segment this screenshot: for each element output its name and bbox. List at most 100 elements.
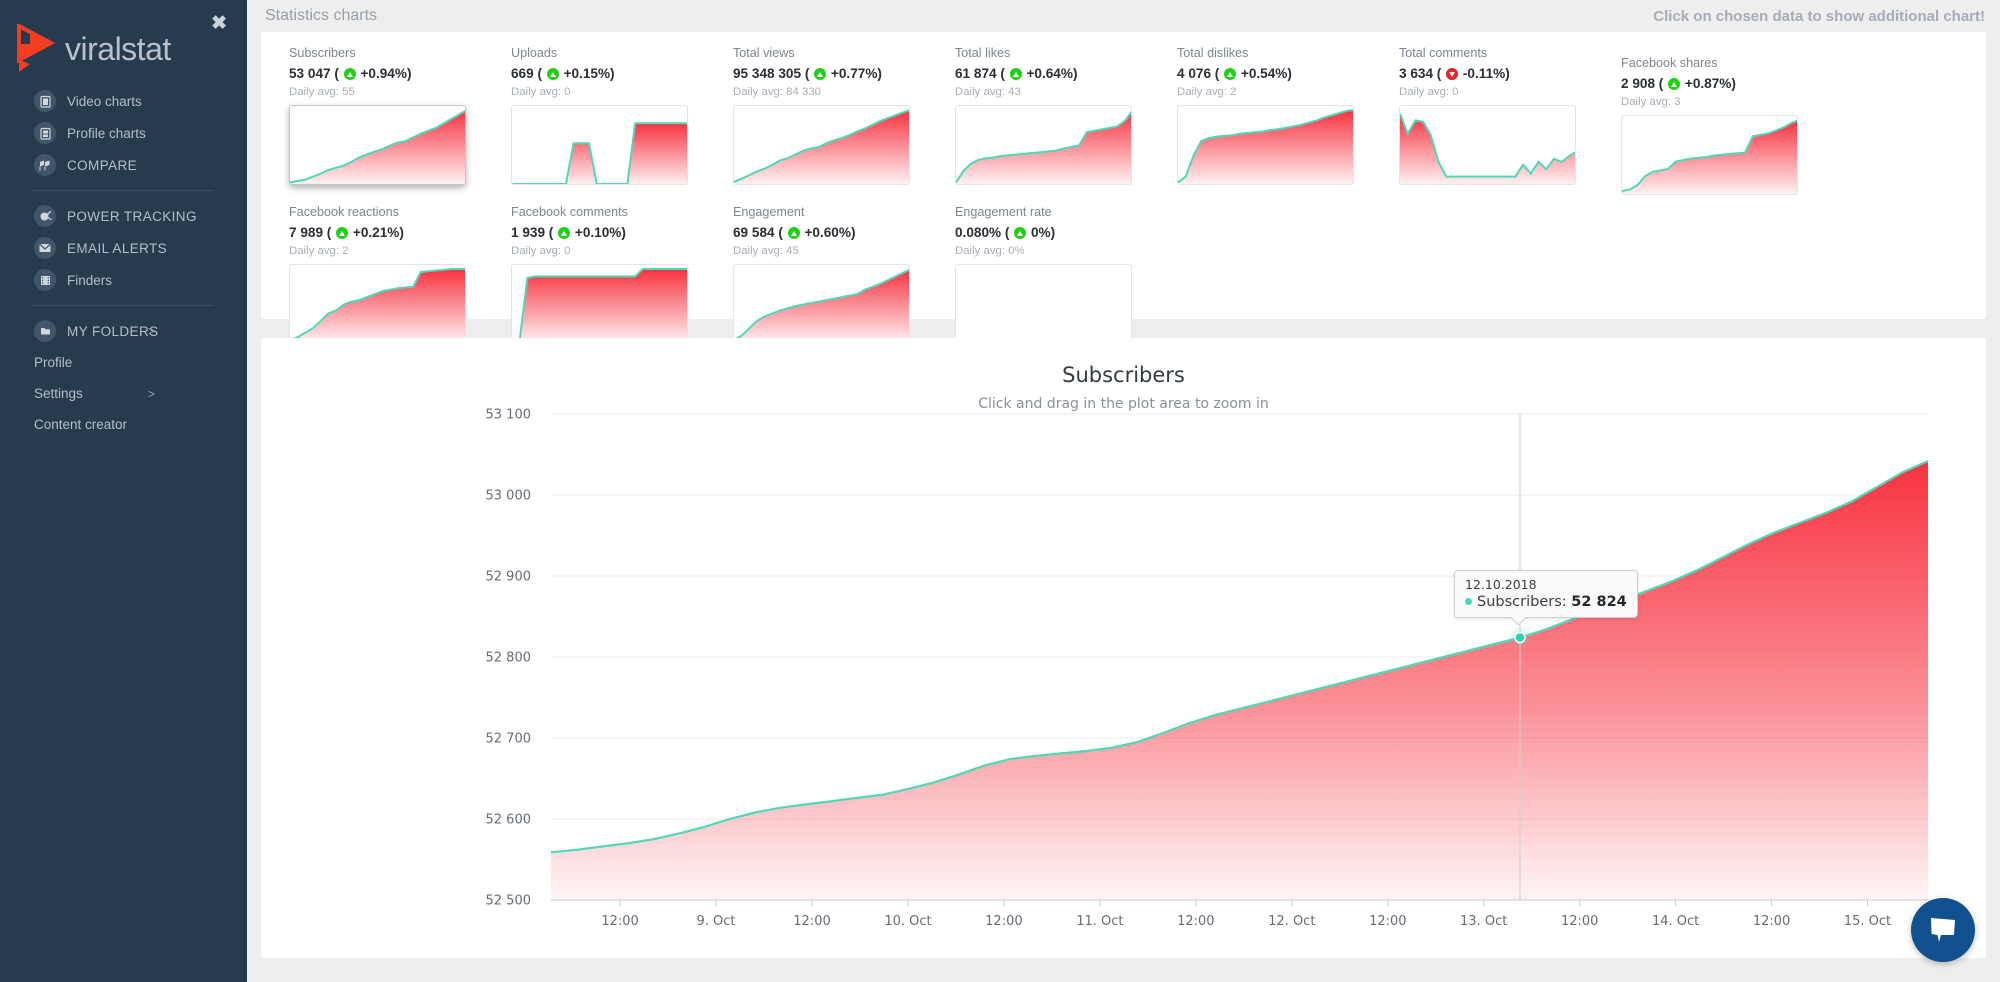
svg-text:12:00: 12:00	[1561, 914, 1598, 929]
stat-card[interactable]: Total comments 3 634 ( -0.11%) Daily avg: …	[1391, 46, 1613, 195]
stat-change: +0.60%	[804, 225, 851, 240]
stat-number: 1 939	[511, 225, 546, 240]
stat-value: 4 076 ( +0.54%)	[1177, 66, 1292, 81]
sidebar-item-profile-charts[interactable]: Profile charts	[0, 117, 247, 149]
svg-text:52 900: 52 900	[486, 570, 532, 585]
stat-card[interactable]: Facebook shares 2 908 ( +0.87%) Daily avg:…	[1613, 56, 1835, 195]
stat-title: Total comments	[1399, 46, 1488, 60]
sidebar-item-profile[interactable]: Profile	[0, 347, 247, 378]
sidebar-item-label: MY FOLDERS	[67, 323, 159, 339]
flags-icon	[34, 154, 56, 176]
statistics-cards-grid: Subscribers 53 047 ( +0.94%) Daily avg: 55…	[261, 32, 1986, 344]
svg-text:53 100: 53 100	[486, 408, 532, 423]
stat-card[interactable]: Facebook comments 1 939 ( +0.10%) Daily av…	[503, 205, 725, 344]
sidebar-close-button[interactable]: ✖	[211, 14, 227, 33]
stat-sparkline[interactable]	[1177, 105, 1354, 185]
clipboard-icon	[34, 122, 56, 144]
sidebar-item-video-charts[interactable]: Video charts	[0, 85, 247, 117]
stat-number: 69 584	[733, 225, 775, 240]
stat-sparkline[interactable]	[733, 105, 910, 185]
series-dot-icon	[1465, 597, 1472, 605]
brand-logo[interactable]: viralstat	[17, 24, 171, 74]
chart-svg[interactable]: 53 100 53 000 52 900 52 800 52 700 52 600 52 5…	[261, 338, 1986, 958]
svg-text:12:00: 12:00	[985, 914, 1022, 929]
stat-change: +0.94%	[360, 66, 407, 81]
chart-plot-area[interactable]: 53 100 53 000 52 900 52 800 52 700 52 600 52 5…	[261, 338, 1986, 958]
arrow-up-icon	[1224, 68, 1237, 80]
sidebar-divider	[33, 305, 214, 306]
stat-daily-average: Daily avg: 0	[1399, 86, 1459, 98]
stat-title: Engagement rate	[955, 205, 1052, 219]
stat-card[interactable]: Engagement 69 584 ( +0.60%) Daily avg: 45	[725, 205, 947, 344]
stat-card[interactable]: Total views 95 348 305 ( +0.77%) Daily avg…	[725, 46, 947, 195]
tooltip-row: Subscribers: 52 824	[1465, 594, 1627, 610]
svg-text:12:00: 12:00	[1177, 914, 1214, 929]
sidebar-item-compare[interactable]: COMPARE	[0, 149, 247, 181]
stat-card[interactable]: Facebook reactions 7 989 ( +0.21%) Daily a…	[281, 205, 503, 344]
sidebar-item-my-folders[interactable]: MY FOLDERS >	[0, 315, 247, 347]
sidebar-item-settings[interactable]: Settings >	[0, 378, 247, 409]
stat-sparkline[interactable]	[1399, 105, 1576, 185]
stat-sparkline[interactable]	[1621, 115, 1798, 195]
tooltip-value: 52 824	[1571, 593, 1627, 610]
stat-change: +0.77%	[830, 66, 878, 81]
stat-card[interactable]: Total likes 61 874 ( +0.64%) Daily avg: 43	[947, 46, 1169, 195]
sidebar-item-label: EMAIL ALERTS	[67, 240, 168, 256]
sidebar-divider	[33, 190, 214, 191]
stat-title: Subscribers	[289, 46, 356, 60]
stat-title: Engagement	[733, 205, 805, 219]
sidebar-item-label: Video charts	[67, 93, 142, 109]
sidebar-item-email-alerts[interactable]: EMAIL ALERTS	[0, 232, 247, 264]
stat-change: -0.11%	[1462, 66, 1506, 81]
stat-sparkline[interactable]	[289, 264, 466, 344]
stat-value: 69 584 ( +0.60%)	[733, 225, 856, 240]
stat-card[interactable]: Uploads 669 ( +0.15%) Daily avg: 0	[503, 46, 725, 195]
stat-card[interactable]: Total dislikes 4 076 ( +0.54%) Daily avg: …	[1169, 46, 1391, 195]
header-hint: Click on chosen data to show additional …	[1653, 7, 1985, 25]
stat-title: Total likes	[955, 46, 1011, 60]
stat-daily-average: Daily avg: 0%	[955, 245, 1025, 257]
svg-text:12:00: 12:00	[1369, 914, 1406, 929]
page-title: Statistics charts	[265, 7, 378, 24]
sidebar-item-label: Profile	[34, 355, 73, 370]
tooltip-date: 12.10.2018	[1465, 576, 1537, 592]
stat-card[interactable]: Engagement rate 0.080% ( 0%) Daily avg: 0%	[947, 205, 1169, 344]
stat-sparkline[interactable]	[955, 264, 1132, 344]
sidebar-item-power-tracking[interactable]: POWER TRACKING	[0, 200, 247, 232]
stat-daily-average: Daily avg: 2	[1177, 86, 1237, 98]
stat-daily-average: Daily avg: 0	[511, 86, 571, 98]
chevron-right-icon: >	[147, 324, 155, 338]
stat-sparkline[interactable]	[733, 264, 910, 344]
sidebar-item-label: Profile charts	[67, 125, 146, 141]
stat-sparkline[interactable]	[511, 105, 688, 185]
sidebar-item-label: Finders	[67, 272, 113, 288]
svg-text:52 600: 52 600	[486, 813, 532, 828]
stat-title: Facebook shares	[1621, 56, 1718, 70]
tooltip-series-label: Subscribers:	[1477, 593, 1567, 610]
sidebar-item-finders[interactable]: Finders	[0, 264, 247, 296]
stat-card[interactable]: Subscribers 53 047 ( +0.94%) Daily avg: 55	[281, 46, 503, 195]
stat-number: 3 634	[1399, 66, 1434, 81]
stat-number: 95 348 305	[733, 66, 802, 81]
svg-text:52 800: 52 800	[486, 651, 532, 666]
sidebar-item-content-creator[interactable]: Content creator	[0, 409, 247, 440]
stat-daily-average: Daily avg: 45	[733, 245, 799, 257]
film-icon	[34, 269, 56, 291]
arrow-up-icon	[1009, 68, 1022, 80]
stat-value: 0.080% ( 0%)	[955, 225, 1056, 240]
chart-tooltip: 12.10.2018 Subscribers: 52 824	[1454, 569, 1638, 618]
stat-sparkline[interactable]	[955, 105, 1132, 185]
arrow-up-icon	[546, 68, 559, 80]
chat-button[interactable]	[1911, 898, 1975, 962]
arrow-up-icon	[336, 227, 349, 239]
stat-title: Facebook comments	[511, 205, 628, 219]
stat-daily-average: Daily avg: 84 330	[733, 86, 822, 98]
stat-sparkline[interactable]	[289, 105, 466, 185]
sidebar-item-label: Settings	[34, 386, 83, 401]
arrow-up-icon	[1668, 78, 1681, 90]
nav-group-charts: Video charts Profile charts COMPARE POWE…	[0, 85, 247, 440]
svg-text:52 700: 52 700	[486, 732, 532, 747]
stat-change: +0.15%	[563, 66, 611, 81]
stat-number: 669	[511, 66, 534, 81]
stat-sparkline[interactable]	[511, 264, 688, 344]
